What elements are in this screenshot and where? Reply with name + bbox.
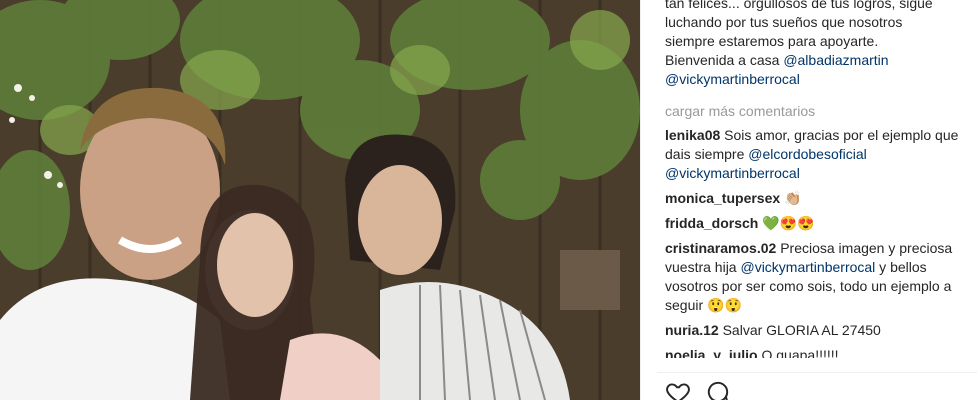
caption-line: tan felices... orgullosos de tus logros,… bbox=[665, 0, 933, 11]
post-actions-bar bbox=[657, 372, 977, 400]
caption-line: @vickymartinberrocal bbox=[665, 70, 965, 89]
comment-text: Salvar GLORIA AL 27450 bbox=[722, 322, 881, 338]
load-more-comments-link[interactable]: cargar más comentarios bbox=[665, 102, 965, 121]
comment-username[interactable]: noelia_y_julio bbox=[665, 347, 758, 358]
comment-text: 👏🏼 bbox=[784, 190, 802, 206]
comments-panel: tan felices... orgullosos de tus logros,… bbox=[640, 0, 980, 400]
comment-item: nuria.12 Salvar GLORIA AL 27450 bbox=[665, 321, 965, 340]
comment-item: cristinaramos.02 Preciosa imagen y preci… bbox=[665, 239, 965, 315]
heart-icon[interactable] bbox=[665, 379, 691, 400]
comment-item: lenika08 Sois amor, gracias por el ejemp… bbox=[665, 126, 965, 183]
post-photo[interactable] bbox=[0, 0, 640, 400]
mention-link[interactable]: @albadiazmartin bbox=[783, 52, 888, 68]
comment-item: fridda_dorsch 💚😍😍 bbox=[665, 214, 965, 233]
caption-line: luchando por tus sueños que nosotros bbox=[665, 14, 903, 30]
mention-link[interactable]: @vickymartinberrocal bbox=[740, 259, 875, 275]
comment-username[interactable]: monica_tupersex bbox=[665, 190, 780, 206]
comment-item: monica_tupersex 👏🏼 bbox=[665, 189, 965, 208]
mention-link[interactable]: @vickymartinberrocal bbox=[665, 71, 800, 87]
comment-username[interactable]: nuria.12 bbox=[665, 322, 719, 338]
mention-link[interactable]: @vickymartinberrocal bbox=[665, 165, 800, 181]
mention-link[interactable]: @elcordobesoficial bbox=[748, 146, 867, 162]
comment-item: noelia_y_julio O guapa!!!!!! bbox=[665, 346, 965, 358]
comment-username[interactable]: cristinaramos.02 bbox=[665, 240, 776, 256]
comment-text: 💚😍😍 bbox=[762, 215, 815, 231]
caption-line: Bienvenida a casa @albadiazmartin bbox=[665, 51, 965, 70]
caption-line: siempre estaremos para apoyarte. bbox=[665, 33, 879, 49]
comment-icon[interactable] bbox=[705, 379, 731, 400]
post-photo-image bbox=[0, 0, 640, 400]
comment-text: O guapa!!!!!! bbox=[761, 347, 839, 358]
comment-username[interactable]: fridda_dorsch bbox=[665, 215, 758, 231]
comments-list: tan felices... orgullosos de tus logros,… bbox=[665, 0, 965, 364]
post-caption: tan felices... orgullosos de tus logros,… bbox=[665, 0, 965, 89]
caption-welcome-text: Bienvenida a casa bbox=[665, 52, 784, 68]
comment-username[interactable]: lenika08 bbox=[665, 127, 720, 143]
